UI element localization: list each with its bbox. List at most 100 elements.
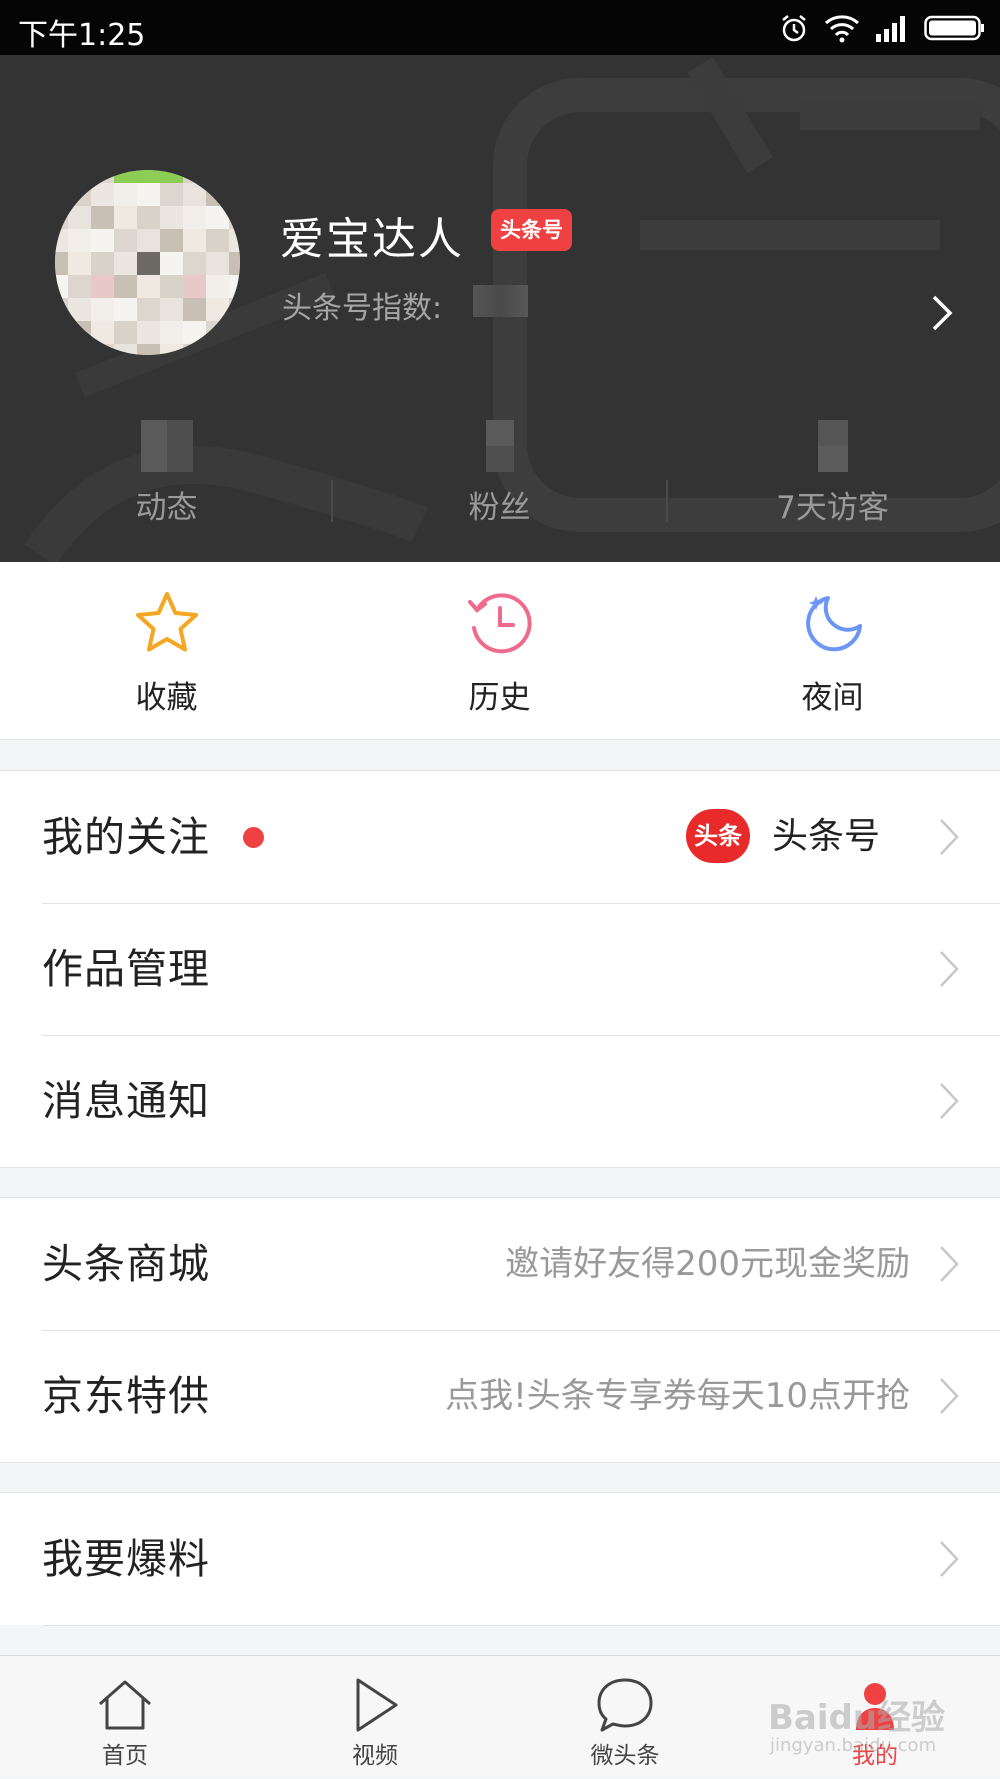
play-icon [356,1678,398,1732]
stat-fans[interactable]: 粉丝 [333,420,666,540]
avatar-pixel [183,170,206,183]
menu-item-works[interactable]: 作品管理 [0,903,1000,1035]
avatar-pixel [183,298,206,321]
stat-dongtai[interactable]: 动态 [0,420,333,540]
avatar-pixel [114,344,137,355]
avatar-pixel [160,344,183,355]
avatar-pixel [229,170,240,183]
chevron-right-icon [940,1083,959,1119]
tab-label: 首页 [102,1743,148,1769]
chevron-right-icon [940,1246,959,1282]
avatar-pixel [55,275,68,298]
avatar-pixel [68,183,91,206]
menu-item-subtitle: 邀请好友得200元现金奖励 [505,1244,910,1284]
quick-action-history[interactable]: 历史 [333,562,666,740]
home-icon [99,1680,151,1730]
avatar-pixel [183,229,206,252]
avatar-pixel [229,252,240,275]
avatar-pixel [55,344,68,355]
avatar-pixel [91,252,114,275]
avatar-pixel [206,229,229,252]
avatar-pixel [206,183,229,206]
avatar-pixel [114,298,137,321]
chevron-right-icon [940,1541,959,1577]
tab-home[interactable]: 首页 [0,1656,250,1779]
avatar-pixel [137,229,160,252]
avatar[interactable] [55,170,240,355]
baidu-watermark-url: jingyan.baidu.com [770,1735,937,1756]
avatar-pixel [229,206,240,229]
avatar-pixel [137,298,160,321]
chevron-right-icon [940,951,959,987]
stat-label: 7天访客 [776,490,889,526]
avatar-pixel [91,229,114,252]
avatar-pixel [91,344,114,355]
avatar-pixel [160,229,183,252]
avatar-pixel [68,298,91,321]
avatar-pixel [68,321,91,344]
avatar-pixel [229,321,240,344]
quick-actions: 收藏 历史 夜间 [0,562,1000,740]
tab-video[interactable]: 视频 [250,1656,500,1779]
menu-item-title: 京东特供 [42,1372,210,1420]
index-value-blurred [473,285,528,317]
avatar-pixel [114,170,137,183]
avatar-pixel [160,252,183,275]
status-icons [778,10,986,46]
avatar-pixel [160,206,183,229]
menu-item-title: 消息通知 [42,1077,210,1125]
stat-divider [666,480,668,522]
menu-item-mall[interactable]: 头条商城 邀请好友得200元现金奖励 [0,1198,1000,1330]
avatar-pixel [68,206,91,229]
avatar-pixel [206,275,229,298]
stat-visitors[interactable]: 7天访客 [666,420,999,540]
avatar-pixel [206,252,229,275]
quick-action-favorites[interactable]: 收藏 [0,562,333,740]
avatar-pixel [206,321,229,344]
tab-label: 视频 [352,1743,398,1769]
menu-item-title: 头条商城 [42,1240,210,1288]
avatar-pixel [91,170,114,183]
avatar-pixel [68,275,91,298]
avatar-pixel [114,183,137,206]
avatar-pixel [183,321,206,344]
avatar-pixel [114,275,137,298]
menu-item-jd[interactable]: 京东特供 点我!头条专享券每天10点开抢 [0,1330,1000,1462]
avatar-pixel [160,298,183,321]
chevron-right-icon [940,819,959,855]
star-icon [135,592,198,652]
stat-value-blurred [817,420,848,472]
menu-item-notifications[interactable]: 消息通知 [0,1035,1000,1167]
stat-label: 粉丝 [468,490,531,526]
chat-bubble-icon [597,1678,653,1732]
avatar-pixel [68,170,91,183]
menu-item-my-follows[interactable]: 我的关注 头条 头条号 [0,771,1000,903]
signal-icon [876,16,905,42]
baidu-watermark: Baidu经验 [768,1698,946,1738]
chevron-right-icon[interactable] [930,293,954,333]
avatar-pixel [206,298,229,321]
alarm-icon [782,15,806,42]
status-bar: 下午1:25 [0,0,1000,55]
avatar-pixel [68,229,91,252]
menu-item-report[interactable]: 我要爆料 [0,1493,1000,1625]
avatar-pixel [91,183,114,206]
stat-value-blurred [140,420,193,472]
menu-item-title: 我要爆料 [42,1535,210,1583]
wifi-icon [825,15,859,43]
avatar-pixel [137,206,160,229]
avatar-pixel [160,321,183,344]
avatar-pixel [229,183,240,206]
menu-group-1: 我的关注 头条 头条号 作品管理 消息通知 [0,770,1000,1168]
quick-action-label: 收藏 [135,680,198,716]
quick-action-night[interactable]: 夜间 [666,562,999,740]
tab-micro-toutiao[interactable]: 微头条 [500,1656,750,1779]
avatar-pixel [68,252,91,275]
menu-item-title: 作品管理 [42,945,210,993]
stats-row: 动态 粉丝 7天访客 [0,420,1000,540]
profile-header[interactable]: 爱宝达人 头条号 头条号指数: 动态 粉丝 7天访客 [0,55,1000,562]
avatar-pixel [55,252,68,275]
menu-item-subtitle: 点我!头条专享券每天10点开抢 [445,1376,910,1416]
avatar-pixel [55,183,68,206]
avatar-pixel [206,344,229,355]
